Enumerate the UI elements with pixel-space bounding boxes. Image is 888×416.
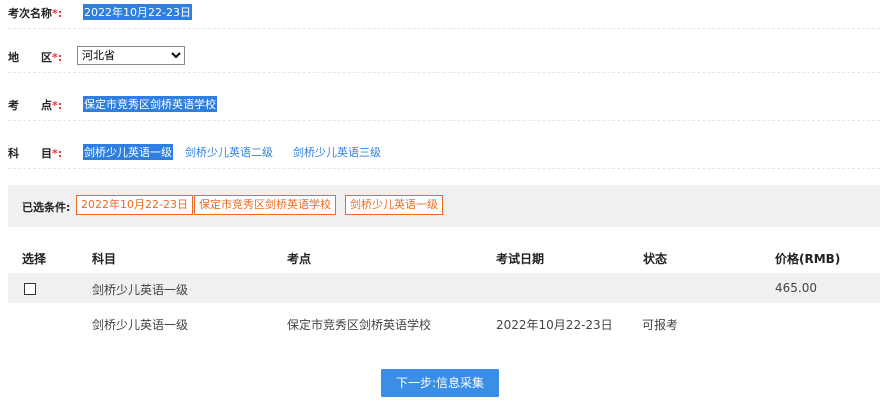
exam-name-option[interactable]: 2022年10月22-23日 — [83, 4, 192, 20]
header-price: 价格(RMB) — [775, 252, 841, 266]
site-option[interactable]: 保定市竞秀区剑桥英语学校 — [83, 96, 217, 112]
header-site: 考点 — [287, 252, 312, 266]
region-row: 地 区*: 河北省 — [8, 44, 880, 73]
subject-option-2[interactable]: 剑桥少儿英语二级 — [184, 144, 274, 160]
header-select: 选择 — [22, 252, 47, 266]
detail-site: 保定市竞秀区剑桥英语学校 — [287, 318, 432, 332]
detail-date: 2022年10月22-23日 — [496, 318, 613, 332]
selected-tag-site[interactable]: 保定市竞秀区剑桥英语学校 — [194, 195, 336, 215]
subject-row: 科 目*: 剑桥少儿英语一级 剑桥少儿英语二级 剑桥少儿英语三级 — [8, 140, 880, 169]
subject-option-3[interactable]: 剑桥少儿英语三级 — [292, 144, 382, 160]
selected-conditions-bar: 已选条件: 2022年10月22-23日 保定市竞秀区剑桥英语学校 剑桥少儿英语… — [8, 185, 880, 227]
selected-tag-subject[interactable]: 剑桥少儿英语一级 — [345, 195, 443, 215]
site-label: 考 点*: — [8, 99, 63, 112]
exam-name-label: 考次名称*: — [8, 7, 63, 20]
region-label: 地 区*: — [8, 51, 63, 64]
header-subject: 科目 — [92, 252, 117, 266]
header-date: 考试日期 — [496, 252, 545, 266]
table-row[interactable]: 剑桥少儿英语一级 465.00 — [8, 273, 880, 303]
detail-status: 可报考 — [642, 318, 679, 332]
detail-subject: 剑桥少儿英语一级 — [92, 318, 189, 332]
selected-tag-exam[interactable]: 2022年10月22-23日 — [76, 195, 193, 215]
row-subject: 剑桥少儿英语一级 — [92, 283, 189, 297]
site-row: 考 点*: 保定市竞秀区剑桥英语学校 — [8, 92, 880, 121]
selected-conditions-label: 已选条件: — [22, 201, 71, 214]
region-select[interactable]: 河北省 — [77, 46, 185, 65]
header-status: 状态 — [643, 252, 668, 266]
subject-label: 科 目*: — [8, 147, 63, 160]
exam-name-row: 考次名称*: 2022年10月22-23日 — [8, 0, 880, 29]
row-price: 465.00 — [775, 281, 817, 295]
table-row-detail: 剑桥少儿英语一级 保定市竞秀区剑桥英语学校 2022年10月22-23日 可报考 — [8, 308, 880, 338]
next-step-button[interactable]: 下一步:信息采集 — [381, 369, 499, 397]
subject-option-1[interactable]: 剑桥少儿英语一级 — [83, 144, 173, 160]
row-checkbox[interactable] — [24, 283, 36, 295]
